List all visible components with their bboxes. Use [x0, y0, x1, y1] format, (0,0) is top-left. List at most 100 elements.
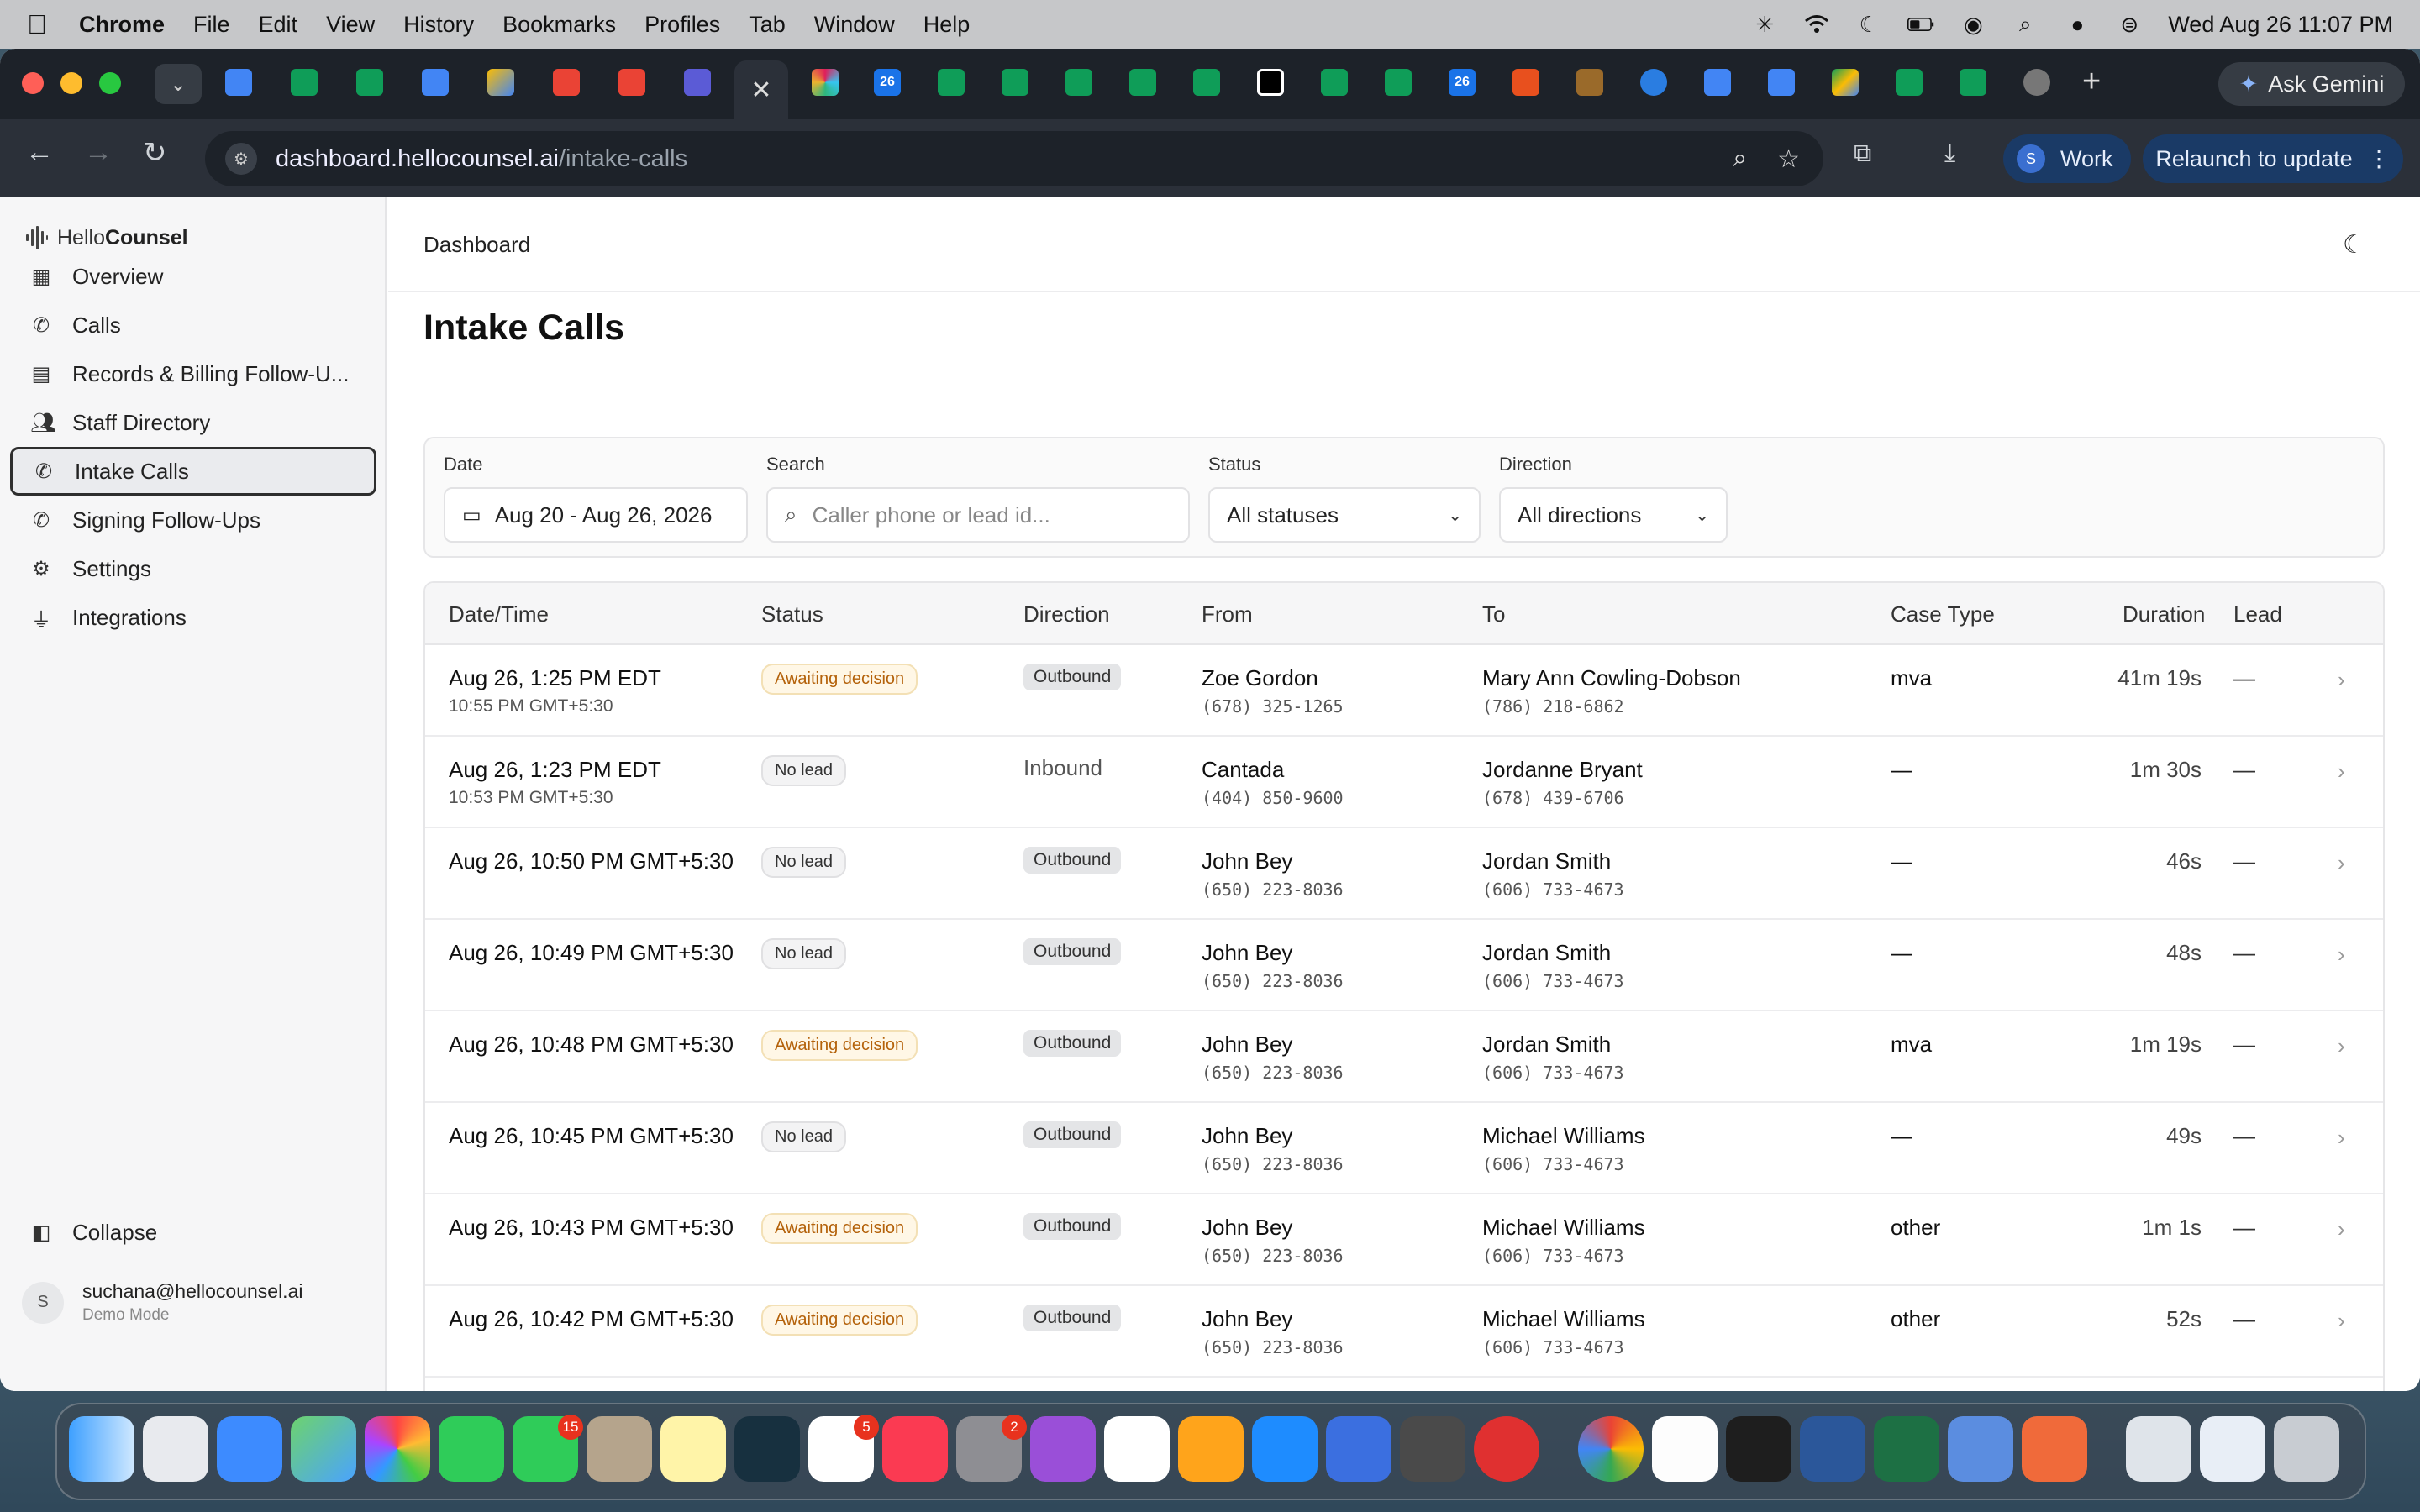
table-row[interactable]: Aug 26, 10:42 PM GMT+5:30 Awaiting decis… — [425, 1286, 2383, 1378]
facetime-dock-icon[interactable] — [439, 1416, 504, 1482]
chevron-right-icon[interactable]: › — [2338, 1033, 2345, 1059]
control-center-icon[interactable]: ⊜ — [2116, 12, 2143, 37]
menu-bookmarks[interactable]: Bookmarks — [502, 12, 616, 38]
table-row[interactable]: Aug 26, 10:43 PM GMT+5:30 Awaiting decis… — [425, 1194, 2383, 1286]
tab-app-icon[interactable] — [1257, 69, 1284, 96]
direction-select[interactable]: All directions ⌄ — [1499, 487, 1728, 543]
sidebar-item-integrations[interactable]: ⏚ Integrations — [10, 593, 376, 642]
tab-gmail-icon[interactable] — [618, 69, 645, 96]
bookmark-star-icon[interactable]: ☆ — [1777, 144, 1800, 174]
app-dock-icon[interactable] — [1474, 1416, 1539, 1482]
tab-google-docs-icon[interactable] — [1704, 69, 1731, 96]
more-vert-icon[interactable]: ⋮ — [2368, 146, 2391, 172]
column-header-lead[interactable]: Lead — [2233, 601, 2282, 627]
brand-logo[interactable]: HelloCounsel — [25, 225, 188, 250]
tab-analytics-icon[interactable] — [684, 69, 711, 96]
tab-active-close[interactable]: ✕ — [734, 60, 788, 119]
tab-google-sheets-icon[interactable] — [1193, 69, 1220, 96]
menu-window[interactable]: Window — [814, 12, 895, 38]
menu-file[interactable]: File — [193, 12, 230, 38]
forward-arrow-icon[interactable]: → — [84, 136, 113, 169]
sidebar-item-settings[interactable]: ⚙ Settings — [10, 544, 376, 593]
column-header-direction[interactable]: Direction — [1023, 601, 1110, 627]
spotlight-search-icon[interactable]: ⌕ — [2012, 11, 2039, 36]
table-row[interactable]: Aug 26, 1:25 PM EDT 10:55 PM GMT+5:30 Aw… — [425, 645, 2383, 737]
pages-dock-icon[interactable] — [1178, 1416, 1244, 1482]
simulator-dock-icon[interactable] — [1326, 1416, 1392, 1482]
relaunch-button[interactable]: Relaunch to update ⋮ — [2143, 134, 2403, 183]
tab-app-icon[interactable] — [1640, 69, 1667, 96]
photos-dock-icon[interactable] — [365, 1416, 430, 1482]
download-icon[interactable]: ⤓ — [1944, 139, 1955, 168]
tab-google-ads-icon[interactable] — [487, 69, 514, 96]
breadcrumb[interactable]: Dashboard — [424, 232, 530, 258]
podcasts-dock-icon[interactable] — [1030, 1416, 1096, 1482]
sidebar-item-intake-calls[interactable]: ✆ Intake Calls — [10, 447, 376, 496]
site-settings-icon[interactable]: ⚙ — [225, 143, 257, 175]
app-dock-icon[interactable] — [1948, 1416, 2013, 1482]
menu-profiles[interactable]: Profiles — [644, 12, 720, 38]
trash-dock-icon[interactable] — [2274, 1416, 2339, 1482]
column-header-to[interactable]: To — [1482, 601, 1505, 627]
tab-google-sheets-icon[interactable] — [938, 69, 965, 96]
apple-menu-icon[interactable]:  — [27, 9, 47, 40]
chevron-right-icon[interactable]: › — [2338, 1308, 2345, 1334]
status-select[interactable]: All statuses ⌄ — [1208, 487, 1481, 543]
messages-dock-icon[interactable]: 15 — [513, 1415, 583, 1482]
moon-focus-icon[interactable]: ☾ — [1855, 12, 1882, 37]
app-store-dock-icon[interactable] — [1252, 1416, 1318, 1482]
tab-slack-icon[interactable] — [812, 69, 839, 96]
tab-google-docs-icon[interactable] — [1768, 69, 1795, 96]
tab-google-calendar-icon[interactable]: 26 — [1449, 69, 1476, 96]
chevron-right-icon[interactable]: › — [2338, 1216, 2345, 1242]
claude-dock-icon[interactable] — [2022, 1416, 2087, 1482]
finder-dock-icon[interactable] — [69, 1416, 134, 1482]
table-row[interactable]: Aug 26, 10:49 PM GMT+5:30 No lead Outbou… — [425, 920, 2383, 1011]
table-row[interactable]: Aug 26, 10:50 PM GMT+5:30 No lead Outbou… — [425, 828, 2383, 920]
documents-stack-dock-icon[interactable] — [2200, 1416, 2265, 1482]
sidebar-item-staff-directory[interactable]: 👥︎ Staff Directory — [10, 398, 376, 447]
tab-google-sheets-icon[interactable] — [1960, 69, 1986, 96]
notes-dock-icon[interactable] — [660, 1416, 726, 1482]
close-icon[interactable]: ✕ — [750, 76, 771, 105]
table-row[interactable]: Aug 26, 10:45 PM GMT+5:30 No lead Outbou… — [425, 1103, 2383, 1194]
user-profile[interactable]: S suchana@hellocounsel.ai Demo Mode — [22, 1280, 302, 1325]
url-text[interactable]: dashboard.hellocounsel.ai/intake-calls — [276, 145, 687, 173]
maps-dock-icon[interactable] — [291, 1416, 356, 1482]
help-dock-icon[interactable] — [1400, 1416, 1465, 1482]
chevron-right-icon[interactable]: › — [2338, 850, 2345, 876]
sidebar-item-overview[interactable]: ▦ Overview — [10, 252, 376, 301]
tab-google-drive-icon[interactable] — [1832, 69, 1859, 96]
column-header-datetime[interactable]: Date/Time — [449, 601, 549, 627]
tab-google-docs-icon[interactable] — [422, 69, 449, 96]
menu-edit[interactable]: Edit — [259, 12, 298, 38]
textedit-dock-icon[interactable] — [1652, 1416, 1718, 1482]
table-row[interactable]: Aug 26, 1:23 PM EDT 10:53 PM GMT+5:30 No… — [425, 737, 2383, 828]
menu-view[interactable]: View — [326, 12, 375, 38]
word-dock-icon[interactable] — [1800, 1416, 1865, 1482]
ask-gemini-button[interactable]: ✦ Ask Gemini — [2218, 62, 2405, 106]
close-window-button[interactable] — [22, 72, 44, 94]
chrome-dock-icon[interactable] — [1578, 1416, 1644, 1482]
tab-chrome-icon[interactable] — [2023, 69, 2050, 96]
tab-google-docs-icon[interactable] — [225, 69, 252, 96]
minimize-window-button[interactable] — [60, 72, 82, 94]
perplexity-status-icon[interactable]: ✳ — [1751, 12, 1778, 37]
collapse-sidebar-button[interactable]: ◧ Collapse — [10, 1208, 376, 1257]
menu-app-name[interactable]: Chrome — [79, 12, 165, 38]
wifi-icon[interactable] — [1803, 13, 1830, 35]
user-account-icon[interactable]: ◉ — [1960, 12, 1986, 37]
theme-toggle-moon-icon[interactable]: ☾ — [2343, 230, 2365, 260]
news-dock-icon[interactable] — [1104, 1416, 1170, 1482]
new-tab-button[interactable]: + — [2082, 64, 2101, 100]
zoom-window-button[interactable] — [99, 72, 121, 94]
menubar-clock[interactable]: Wed Aug 26 11:07 PM — [2168, 12, 2393, 38]
tab-google-sheets-icon[interactable] — [1321, 69, 1348, 96]
tab-google-sheets-icon[interactable] — [1896, 69, 1923, 96]
table-row[interactable]: Aug 26, 1:03 PM EDT 10:33 PM GMT+5:30 No… — [425, 1378, 2383, 1391]
zoom-icon[interactable]: ⌕ — [1733, 144, 1747, 174]
reminders-dock-icon[interactable]: 5 — [808, 1415, 879, 1482]
tab-google-sheets-icon[interactable] — [1002, 69, 1028, 96]
tab-google-sheets-icon[interactable] — [356, 69, 383, 96]
chevron-right-icon[interactable]: › — [2338, 759, 2345, 785]
